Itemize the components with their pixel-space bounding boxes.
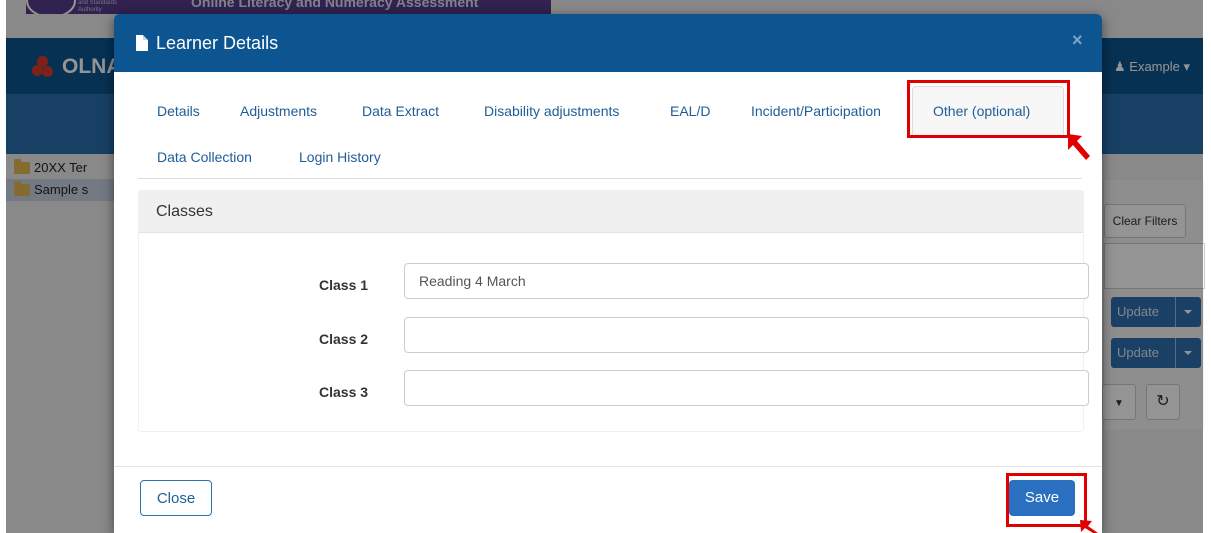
panel-heading: Classes (139, 191, 1083, 233)
other-optional-highlight (907, 80, 1070, 138)
tab-data-collection[interactable]: Data Collection (157, 149, 252, 165)
class-3-label: Class 3 (319, 384, 369, 400)
panel-title: Classes (156, 203, 213, 220)
tab-data-extract[interactable]: Data Extract (362, 103, 439, 119)
class-1-label: Class 1 (319, 277, 369, 293)
tab-incident-participation[interactable]: Incident/Participation (751, 103, 881, 119)
arrow-pointer-icon (1080, 520, 1098, 533)
modal-title: Learner Details (156, 33, 279, 53)
document-icon (136, 35, 148, 51)
save-highlight (1006, 473, 1087, 527)
class-3-input[interactable] (404, 370, 1089, 406)
close-icon[interactable]: × (1072, 30, 1083, 51)
class-2-input[interactable] (404, 317, 1089, 353)
close-button[interactable]: Close (140, 480, 212, 516)
tab-disability-adjustments[interactable]: Disability adjustments (484, 103, 619, 119)
tab-login-history[interactable]: Login History (299, 149, 381, 165)
modal-header: Learner Details × (114, 14, 1102, 72)
tab-details[interactable]: Details (157, 103, 200, 119)
classes-panel: Classes Class 1 Class 2 Class 3 (138, 190, 1089, 432)
modal-footer-divider (114, 466, 1102, 467)
arrow-pointer-icon (1068, 134, 1090, 160)
tab-eald[interactable]: EAL/D (670, 103, 710, 119)
tabs-divider (138, 178, 1082, 179)
class-1-input[interactable] (404, 263, 1089, 299)
tab-adjustments[interactable]: Adjustments (240, 103, 317, 119)
class-2-label: Class 2 (319, 331, 369, 347)
